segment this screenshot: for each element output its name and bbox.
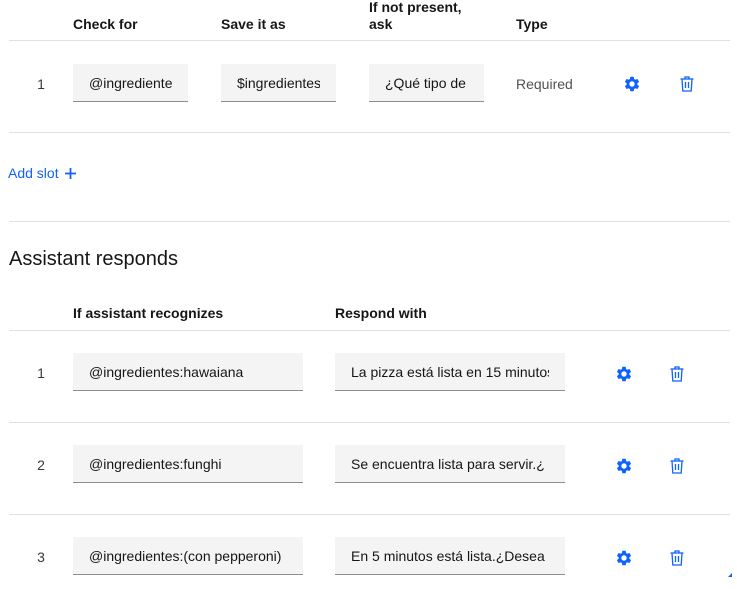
header-check-for: Check for (73, 16, 138, 32)
check-for-input[interactable] (73, 64, 188, 102)
trash-icon[interactable] (667, 456, 687, 476)
row-number: 1 (37, 76, 45, 92)
row-number: 2 (37, 457, 45, 473)
header-type: Type (516, 16, 548, 32)
divider (9, 132, 730, 133)
response-input[interactable] (335, 445, 565, 483)
divider (9, 422, 730, 423)
plus-icon (64, 167, 76, 179)
divider (9, 330, 730, 331)
trash-icon[interactable] (667, 548, 687, 568)
trash-icon[interactable] (667, 364, 687, 384)
condition-input[interactable] (73, 445, 303, 483)
trash-icon[interactable] (677, 74, 697, 94)
response-input[interactable] (335, 353, 565, 391)
header-if-not-present: If not present, ask (369, 0, 462, 33)
divider (9, 40, 730, 41)
slot-type-value: Required (516, 76, 573, 92)
header-if-not-present-line2: ask (369, 16, 393, 32)
condition-input[interactable] (73, 353, 303, 391)
section-divider (9, 221, 730, 222)
response-input[interactable] (335, 537, 565, 575)
gear-icon[interactable] (614, 364, 634, 384)
header-recognizes: If assistant recognizes (73, 305, 224, 321)
resize-handle[interactable] (728, 573, 732, 577)
save-as-input[interactable] (221, 64, 336, 102)
gear-icon[interactable] (614, 548, 634, 568)
condition-input[interactable] (73, 537, 303, 575)
divider (9, 514, 730, 515)
gear-icon[interactable] (614, 456, 634, 476)
header-if-not-present-line1: If not present, (369, 0, 462, 15)
gear-icon[interactable] (622, 74, 642, 94)
add-slot-label: Add slot (8, 165, 59, 181)
header-save-as: Save it as (221, 16, 286, 32)
add-slot-button[interactable]: Add slot (8, 165, 76, 181)
row-number: 1 (37, 365, 45, 381)
header-respond-with: Respond with (335, 305, 427, 321)
section-title: Assistant responds (9, 248, 178, 270)
row-number: 3 (37, 549, 45, 565)
ask-prompt-input[interactable] (369, 64, 484, 102)
